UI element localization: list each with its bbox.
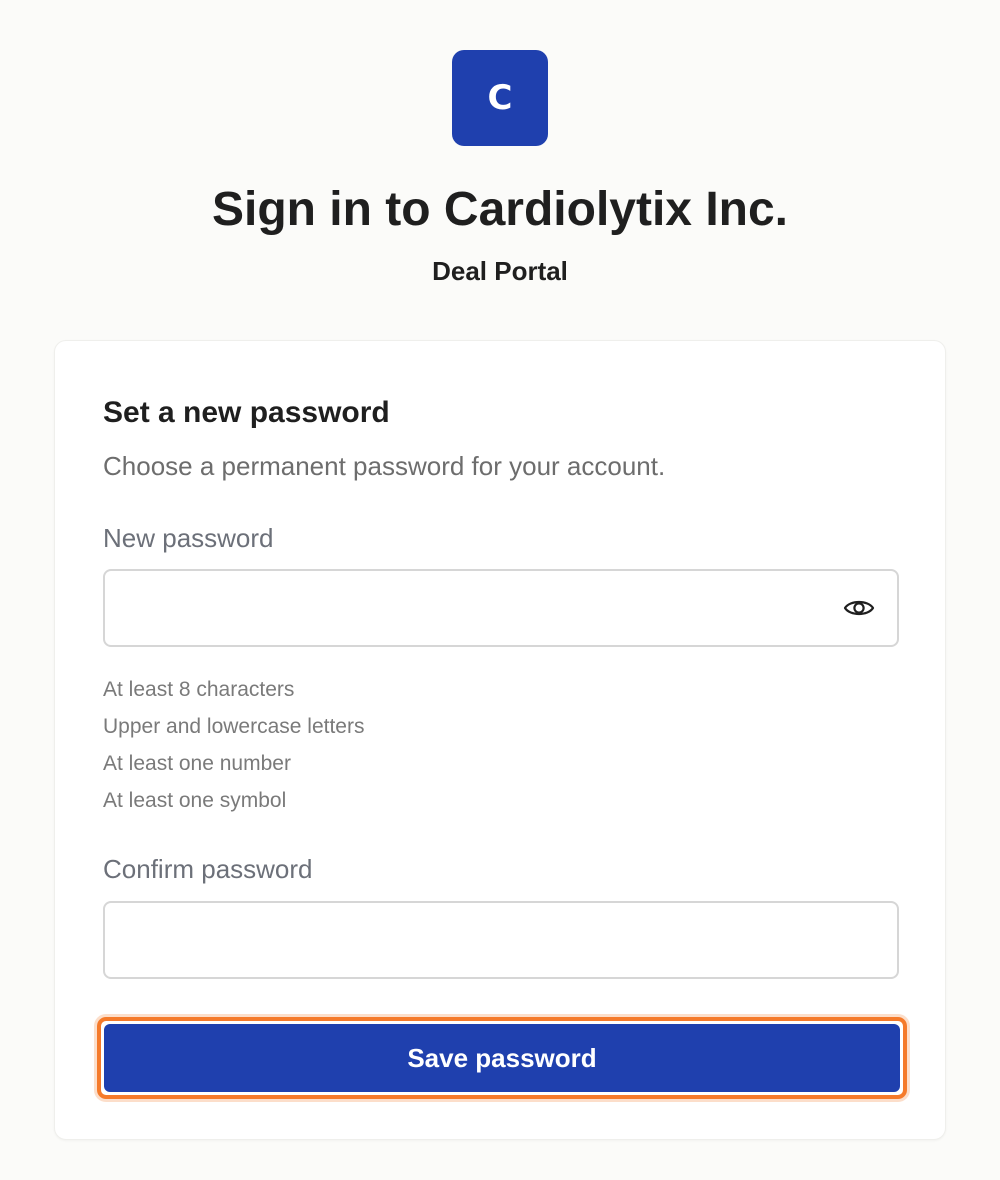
company-logo: C [452, 50, 548, 146]
save-password-button[interactable]: Save password [104, 1024, 900, 1092]
confirm-password-input[interactable] [105, 903, 897, 977]
page-title: Sign in to Cardiolytix Inc. [211, 183, 789, 236]
confirm-password-label: Confirm password [103, 854, 313, 884]
requirement-item: Upper and lowercase letters [103, 715, 365, 738]
logo-letter: C [487, 78, 513, 118]
new-password-label: New password [103, 523, 274, 553]
save-button-focus-ring: Save password [97, 1017, 907, 1099]
new-password-field-wrapper [103, 569, 899, 647]
password-requirements: At least 8 characters Upper and lowercas… [103, 671, 364, 819]
confirm-password-field-wrapper [103, 901, 899, 979]
set-password-card: Set a new password Choose a permanent pa… [54, 340, 946, 1140]
page-subtitle: Deal Portal [432, 256, 568, 286]
requirement-item: At least one symbol [103, 789, 287, 812]
requirement-item: At least one number [103, 752, 291, 775]
new-password-input[interactable] [105, 571, 897, 645]
card-heading: Set a new password [103, 396, 390, 429]
eye-icon[interactable] [843, 594, 875, 622]
card-description: Choose a permanent password for your acc… [103, 451, 666, 481]
requirement-item: At least 8 characters [103, 678, 295, 701]
